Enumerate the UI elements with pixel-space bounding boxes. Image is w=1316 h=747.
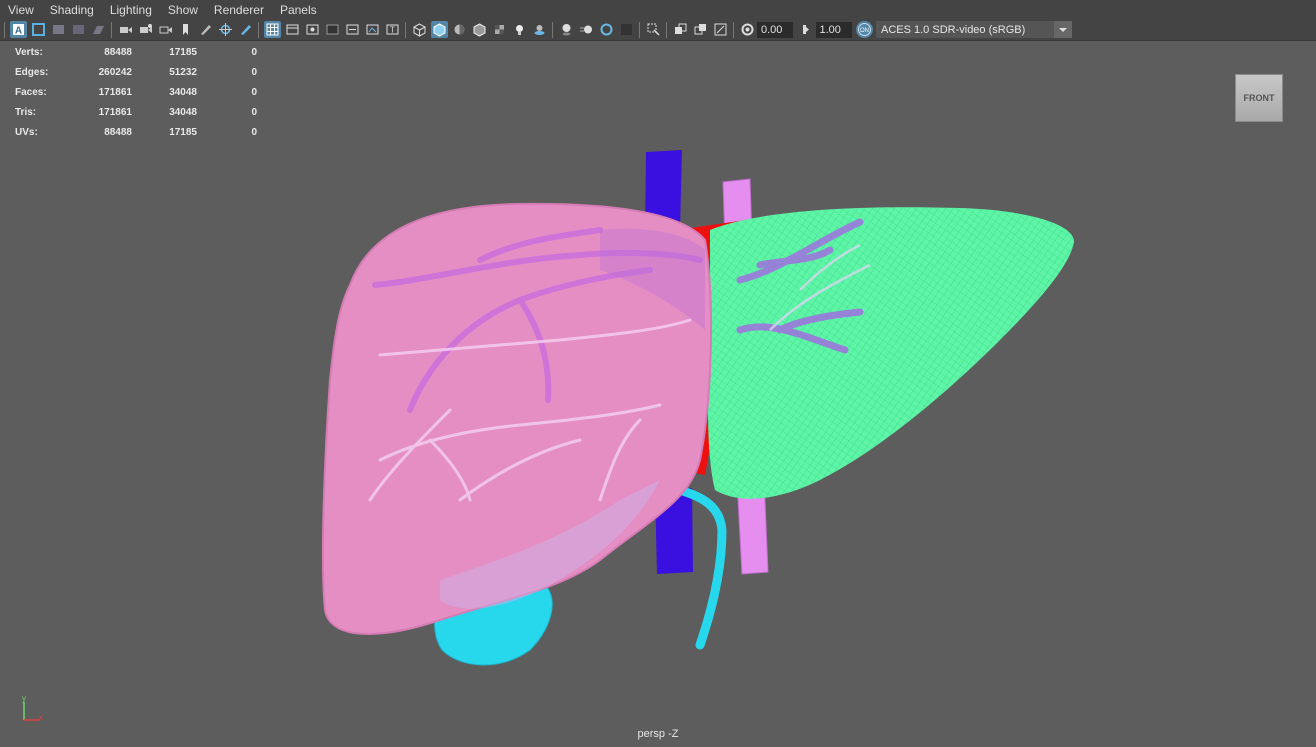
color-management-toggle-icon[interactable]: ON (855, 21, 873, 38)
camera-gate-icon[interactable] (157, 21, 174, 38)
hud-row-faces: Faces: 171861 34048 0 (15, 82, 265, 102)
svg-text:ON: ON (860, 28, 869, 34)
toolbar-divider (733, 21, 734, 38)
svg-text:T: T (390, 26, 395, 35)
hud-label: UVs: (15, 126, 38, 138)
wireframe-icon[interactable] (411, 21, 428, 38)
film-gate-icon[interactable] (284, 21, 301, 38)
toolbar-divider (405, 21, 406, 38)
anti-aliasing-icon[interactable] (598, 21, 615, 38)
textured-icon[interactable] (491, 21, 508, 38)
hud-value: 17185 (169, 46, 197, 58)
safe-title-icon[interactable]: T (384, 21, 401, 38)
toolbar-divider (639, 21, 640, 38)
hud-value: 34048 (169, 86, 197, 98)
two-d-pan-zoom-icon[interactable] (90, 21, 107, 38)
hud-value: 0 (251, 106, 257, 118)
axis-x-label: x (39, 713, 43, 722)
exposure-field[interactable] (757, 21, 793, 38)
hud-value: 0 (251, 126, 257, 138)
hud-value: 0 (251, 86, 257, 98)
xray-icon[interactable] (672, 21, 689, 38)
pivot-icon[interactable] (217, 21, 234, 38)
toolbar-divider (111, 21, 112, 38)
chevron-down-icon (1054, 21, 1072, 38)
screen-space-ao-icon[interactable] (558, 21, 575, 38)
hud-value: 88488 (104, 126, 132, 138)
hud-value: 0 (251, 66, 257, 78)
hud-row-edges: Edges: 260242 51232 0 (15, 62, 265, 82)
grease-pencil-icon[interactable] (197, 21, 214, 38)
exposure-icon[interactable] (739, 21, 756, 38)
hud-value: 88488 (104, 46, 132, 58)
lights-icon[interactable] (511, 21, 528, 38)
image-plane-icon[interactable] (70, 21, 87, 38)
lock-camera-icon[interactable] (137, 21, 154, 38)
smooth-shade-icon[interactable] (430, 21, 448, 38)
xray-active-components-icon[interactable] (692, 21, 709, 38)
default-material-icon[interactable] (451, 21, 468, 38)
toolbar-divider (258, 21, 259, 38)
camera-label: persp -Z (637, 728, 679, 740)
menu-view[interactable]: View (0, 3, 42, 17)
gamma-field[interactable] (815, 21, 852, 38)
toolbar-divider (552, 21, 553, 38)
hud-value: 171861 (98, 86, 132, 98)
hud-label: Verts: (15, 46, 43, 58)
left-lobe-mesh (707, 207, 1075, 499)
hud-value: 260242 (98, 66, 132, 78)
menu-bar: View Shading Lighting Show Renderer Pane… (0, 0, 1316, 19)
select-camera-icon[interactable]: A (9, 21, 27, 38)
poly-count-hud: Verts: 88488 17185 0 Edges: 260242 51232… (15, 42, 265, 142)
wireframe-on-shaded-icon[interactable] (471, 21, 488, 38)
bookmarks-icon[interactable] (50, 21, 67, 38)
menu-lighting[interactable]: Lighting (102, 3, 160, 17)
xray-joints-icon[interactable] (712, 21, 729, 38)
gate-mask-icon[interactable] (324, 21, 341, 38)
bookmark-icon[interactable] (177, 21, 194, 38)
svg-text:A: A (14, 26, 21, 37)
hud-value: 34048 (169, 106, 197, 118)
hud-value: 171861 (98, 106, 132, 118)
hud-row-uvs: UVs: 88488 17185 0 (15, 122, 265, 142)
motion-blur-icon[interactable] (578, 21, 595, 38)
hud-label: Faces: (15, 86, 47, 98)
hud-value: 0 (251, 46, 257, 58)
view-transform-dropdown[interactable]: ACES 1.0 SDR-video (sRGB) (876, 21, 1072, 38)
menu-panels[interactable]: Panels (272, 3, 325, 17)
depth-of-field-icon[interactable] (618, 21, 635, 38)
hud-row-tris: Tris: 171861 34048 0 (15, 102, 265, 122)
view-cube[interactable]: FRONT (1235, 74, 1283, 122)
view-cube-label: FRONT (1243, 93, 1275, 103)
pencil-icon[interactable] (237, 21, 254, 38)
axis-gizmo-icon: y x (22, 694, 43, 722)
isolate-select-icon[interactable] (645, 21, 662, 38)
field-chart-icon[interactable] (344, 21, 361, 38)
resolution-gate-icon[interactable] (304, 21, 321, 38)
hud-label: Tris: (15, 106, 37, 118)
gamma-icon[interactable] (797, 21, 814, 38)
safe-action-icon[interactable] (364, 21, 381, 38)
hud-row-verts: Verts: 88488 17185 0 (15, 42, 265, 62)
viewport-canvas[interactable] (0, 41, 1316, 747)
menu-show[interactable]: Show (160, 3, 206, 17)
menu-renderer[interactable]: Renderer (206, 3, 272, 17)
camera-icon[interactable] (117, 21, 134, 38)
toolbar-divider (666, 21, 667, 38)
hud-value: 17185 (169, 126, 197, 138)
view-transform-label: ACES 1.0 SDR-video (sRGB) (881, 23, 1026, 36)
grid-icon[interactable] (263, 21, 281, 38)
hud-value: 51232 (169, 66, 197, 78)
toolbar-divider (4, 21, 5, 38)
axis-y-label: y (22, 694, 26, 703)
hud-label: Edges: (15, 66, 49, 78)
panel-toolbar: A T ON ACES 1.0 SDR-video (sRGB) (0, 19, 1316, 41)
camera-attributes-icon[interactable] (30, 21, 47, 38)
menu-shading[interactable]: Shading (42, 3, 102, 17)
shadows-icon[interactable] (531, 21, 548, 38)
